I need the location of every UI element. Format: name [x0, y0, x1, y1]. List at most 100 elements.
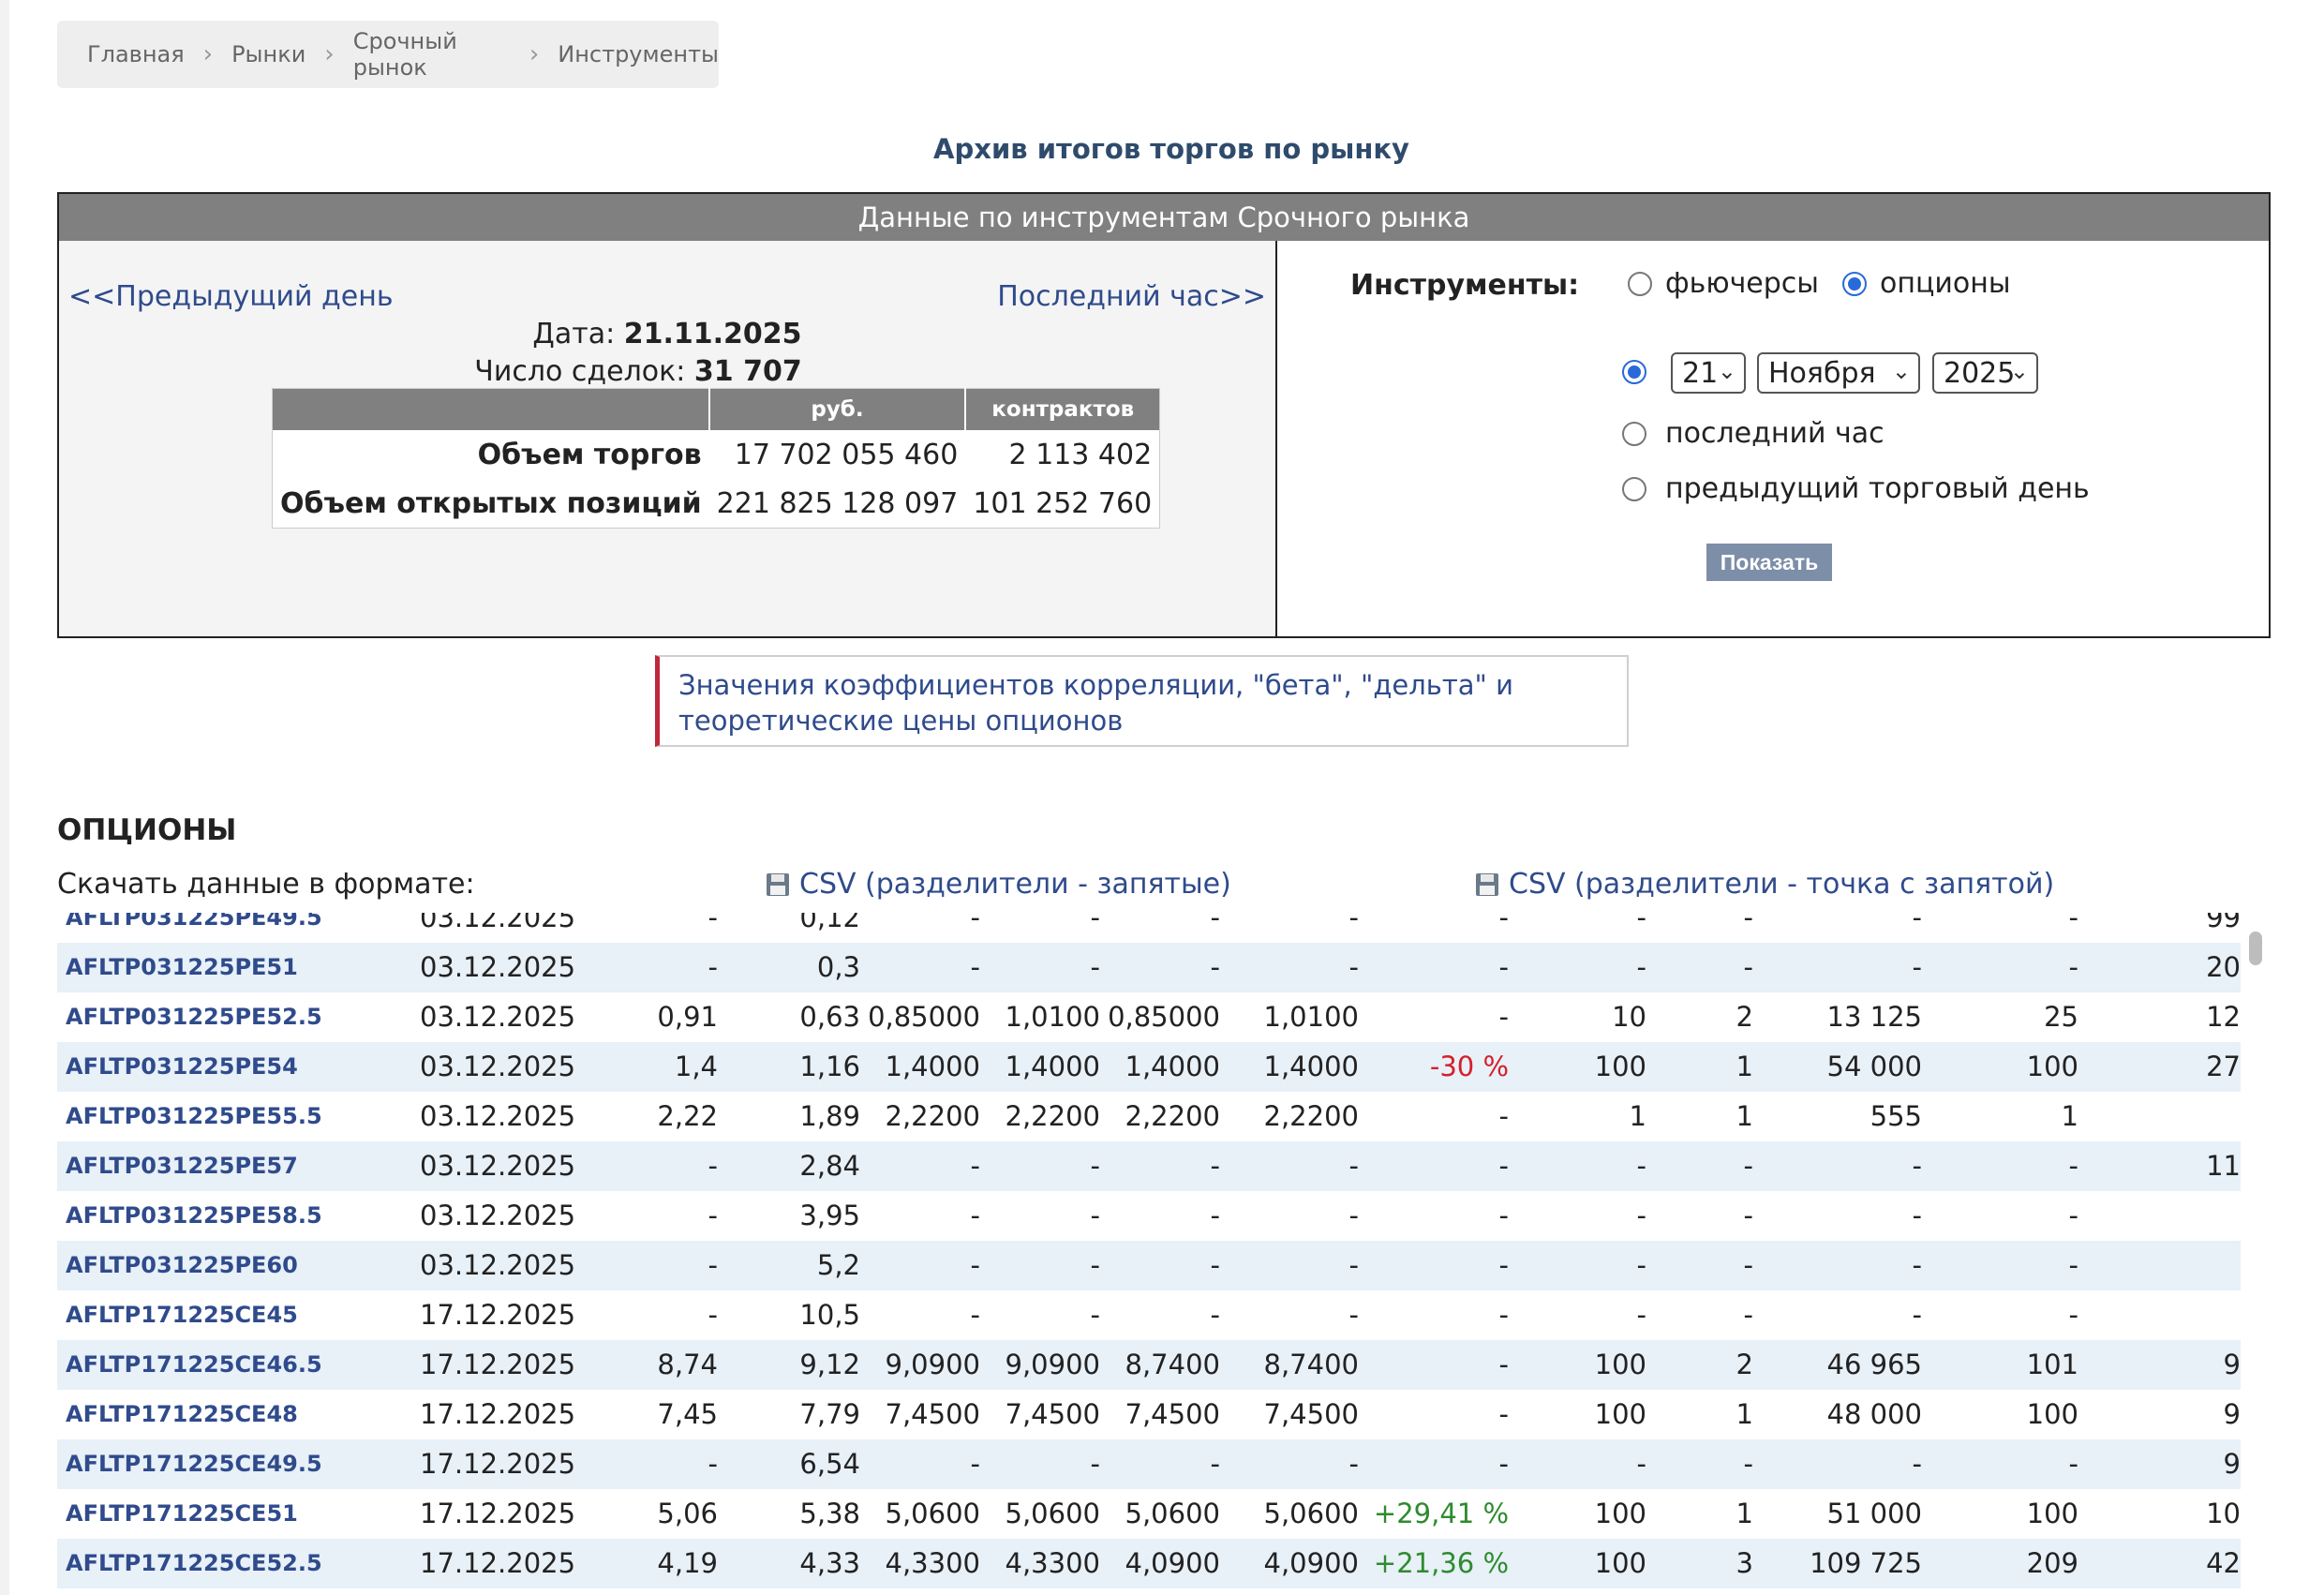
table-cell: 1: [2061, 1100, 2078, 1132]
instrument-link[interactable]: AFLTP031225PE52.5: [66, 992, 322, 1042]
summary-row-label: Объем открытых позиций: [280, 486, 702, 520]
instrument-link[interactable]: AFLTP031225PE49.5: [66, 913, 322, 943]
expiry-date: 03.12.2025: [420, 951, 576, 983]
summary-table: руб. контрактов Объем торгов 17 702 055 …: [272, 388, 1161, 529]
table-cell: 11: [2206, 1150, 2241, 1182]
breadcrumb-derivatives[interactable]: Срочный рынок: [353, 28, 511, 81]
table-cell: -: [1348, 1448, 1359, 1480]
table-cell: 1: [1736, 1100, 1753, 1132]
prev-trading-day-label[interactable]: предыдущий торговый день: [1665, 472, 2090, 505]
table-cell: -: [1348, 951, 1359, 983]
table-cell: 12: [2206, 1001, 2241, 1033]
instrument-link[interactable]: AFLTP171225CE45: [66, 1290, 298, 1340]
options-label[interactable]: опционы: [1880, 267, 2011, 300]
table-cell: 100: [2026, 1498, 2078, 1529]
table-cell: 20: [2206, 951, 2241, 983]
table-cell: -: [708, 1200, 718, 1231]
table-row: AFLTP031225PE60 03.12.2025 - 5,2 - - - - - - - - -: [57, 1241, 2241, 1290]
chevron-down-icon: ⌄: [2009, 358, 2029, 384]
page-left-edge: [0, 0, 9, 1595]
instrument-link[interactable]: AFLTP031225PE58.5: [66, 1191, 322, 1241]
summary-header-rub: руб.: [708, 388, 966, 430]
table-cell: -: [970, 1200, 980, 1231]
table-row: AFLTP171225CE49.5 17.12.2025 - 6,54 - - - - - - - -…: [57, 1439, 2241, 1489]
table-cell: 7,4500: [885, 1398, 980, 1430]
table-cell: -: [1498, 913, 1509, 933]
instruments-label: Инструменты:: [1350, 269, 1580, 302]
table-cell: 27: [2206, 1051, 2241, 1082]
day-select[interactable]: 21 ⌄: [1671, 352, 1746, 394]
instrument-link[interactable]: AFLTP171225CE52.5: [66, 1539, 322, 1588]
table-cell: 5,0600: [1263, 1498, 1359, 1529]
csv-comma-link[interactable]: CSV (разделители - запятые): [766, 868, 1231, 901]
table-cell: 1,4000: [1125, 1051, 1220, 1082]
instrument-link[interactable]: AFLTP031225PE54: [66, 1042, 298, 1092]
instrument-link[interactable]: AFLTP171225CE49.5: [66, 1439, 322, 1489]
table-cell: 100: [2026, 1398, 2078, 1430]
table-cell: 9: [2223, 1398, 2241, 1430]
table-cell: 54 000: [1826, 1051, 1922, 1082]
year-value: 2025: [1944, 356, 2016, 390]
table-cell: -: [1348, 1249, 1359, 1281]
year-select[interactable]: 2025 ⌄: [1932, 352, 2038, 394]
last-hour-radio[interactable]: [1622, 422, 1646, 446]
instrument-link[interactable]: AFLTP171225CE51: [66, 1489, 298, 1539]
last-hour-label[interactable]: последний час: [1665, 417, 1885, 450]
options-radio[interactable]: [1842, 272, 1867, 296]
table-cell: -: [1090, 951, 1100, 983]
table-cell: 100: [1594, 1051, 1646, 1082]
csv-semicolon-link[interactable]: CSV (разделители - точка с запятой): [1475, 868, 2054, 901]
table-cell: 1,0100: [1263, 1001, 1359, 1033]
table-cell: 1: [1629, 1100, 1646, 1132]
expiry-date: 17.12.2025: [420, 1299, 576, 1331]
instrument-link[interactable]: AFLTP031225PE51: [66, 943, 298, 992]
last-hour-link[interactable]: Последний час>>: [997, 280, 1266, 313]
table-cell: 2: [1736, 1349, 1753, 1380]
month-select[interactable]: Ноября ⌄: [1757, 352, 1920, 394]
options-coefficients-link[interactable]: Значения коэффициентов корреляции, "бета…: [655, 655, 1629, 747]
table-row: AFLTP031225PE49.5 03.12.2025 - 0,12 - - - - - - - -…: [57, 913, 2241, 943]
table-cell: 2,22: [657, 1100, 718, 1132]
table-cell: -: [1636, 913, 1646, 933]
breadcrumb-markets[interactable]: Рынки: [231, 41, 305, 67]
table-row: AFLTP031225PE51 03.12.2025 - 0,3 - - - - - - - - - 20: [57, 943, 2241, 992]
deals-label: Число сделок:: [474, 355, 686, 388]
floppy-disk-icon: [767, 872, 789, 896]
table-cell: -: [1090, 1200, 1100, 1231]
date-radio[interactable]: [1622, 360, 1646, 384]
prev-trading-day-radio[interactable]: [1622, 477, 1646, 501]
prev-day-link[interactable]: <<Предыдущий день: [68, 280, 394, 313]
instrument-link[interactable]: AFLTP031225PE57: [66, 1141, 298, 1191]
instrument-link[interactable]: AFLTP031225PE55.5: [66, 1092, 322, 1141]
table-cell: 1,4000: [1005, 1051, 1100, 1082]
show-button[interactable]: Показать: [1706, 544, 1832, 581]
table-cell: 100: [1594, 1349, 1646, 1380]
table-cell: -: [1090, 1299, 1100, 1331]
table-cell: 99: [2206, 913, 2241, 933]
table-cell: -: [970, 1299, 980, 1331]
table-cell: -: [1636, 1249, 1646, 1281]
futures-radio[interactable]: [1628, 272, 1652, 296]
instrument-link[interactable]: AFLTP171225CE48: [66, 1390, 298, 1439]
instrument-link[interactable]: AFLTP031225PE60: [66, 1241, 298, 1290]
table-cell: 4,0900: [1263, 1547, 1359, 1579]
deals-value: 31 707: [693, 355, 802, 388]
futures-label[interactable]: фьючерсы: [1665, 267, 1819, 300]
breadcrumb-home[interactable]: Главная: [87, 41, 185, 67]
scrollbar-thumb[interactable]: [2249, 932, 2262, 965]
table-cell: -: [708, 951, 718, 983]
market-summary-panel: Данные по инструментам Срочного рынка <<…: [57, 192, 2271, 638]
table-cell: -: [2068, 951, 2078, 983]
table-cell: 8,7400: [1125, 1349, 1220, 1380]
table-cell: 0,85000: [868, 1001, 980, 1033]
table-cell: 5,38: [799, 1498, 860, 1529]
instrument-link[interactable]: AFLTP171225CE46.5: [66, 1340, 322, 1390]
table-cell: -: [1743, 951, 1753, 983]
breadcrumb: Главная › Рынки › Срочный рынок › Инстру…: [57, 21, 719, 88]
table-cell: 9,12: [799, 1349, 860, 1380]
table-cell: 1,89: [799, 1100, 860, 1132]
table-cell: -: [1743, 913, 1753, 933]
table-row: AFLTP171225CE46.5 17.12.2025 8,74 9,12 9,090…: [57, 1340, 2241, 1390]
expiry-date: 03.12.2025: [420, 1001, 576, 1033]
table-cell: 5,2: [816, 1249, 860, 1281]
